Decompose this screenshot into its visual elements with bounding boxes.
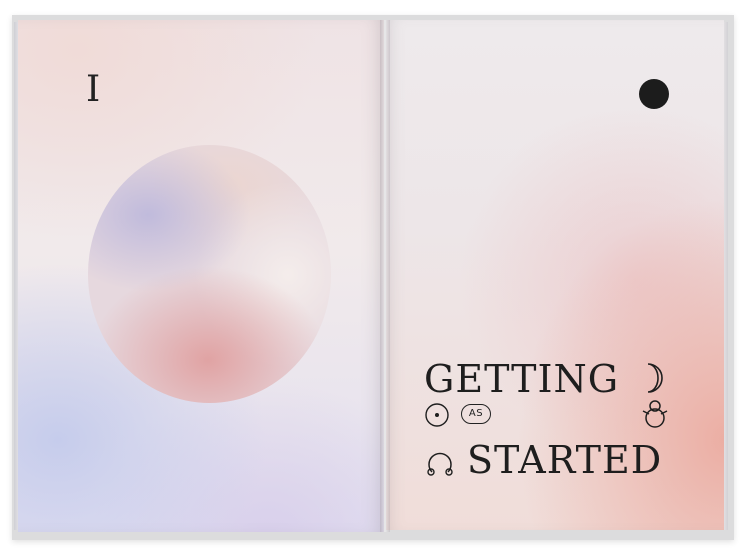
double-ring-icon: [642, 400, 668, 428]
as-connector-badge: AS: [461, 404, 491, 424]
title-getting: GETTING: [424, 357, 620, 401]
omega-ring-icon: [427, 452, 453, 476]
title-started: STARTED: [467, 438, 663, 482]
crescent-moon-icon: [647, 363, 663, 393]
black-dot-icon: [639, 79, 669, 109]
gradient-orb: [88, 145, 331, 403]
dot-circle-icon: [425, 403, 449, 427]
chapter-numeral: I: [86, 69, 101, 110]
book-spine: [380, 20, 390, 532]
book-spread-scene: I GETTING AS STARTED: [0, 0, 740, 560]
